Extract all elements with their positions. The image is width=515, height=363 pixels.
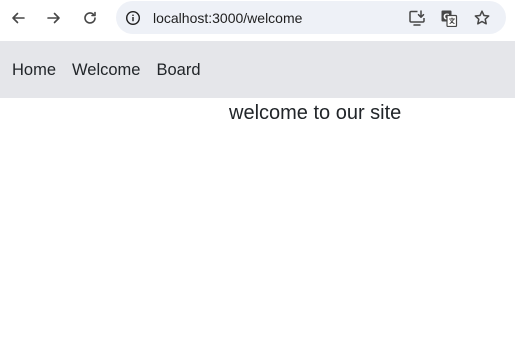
translate-icon: G bbox=[441, 10, 458, 27]
welcome-message: welcome to our site bbox=[229, 102, 402, 124]
info-icon bbox=[125, 10, 140, 25]
star-icon bbox=[474, 10, 490, 25]
arrow-right-icon bbox=[47, 12, 60, 24]
browser-toolbar: localhost:3000/welcome G bbox=[0, 0, 515, 36]
translate-button[interactable]: G bbox=[439, 8, 459, 28]
install-app-button[interactable] bbox=[407, 8, 427, 28]
nav-link-board[interactable]: Board bbox=[156, 60, 200, 80]
address-bar[interactable]: localhost:3000/welcome G bbox=[116, 1, 506, 34]
nav-link-welcome[interactable]: Welcome bbox=[72, 60, 140, 80]
nav-link-home[interactable]: Home bbox=[12, 60, 56, 80]
site-info-button[interactable] bbox=[124, 9, 141, 26]
url-text[interactable]: localhost:3000/welcome bbox=[153, 10, 302, 26]
install-app-icon bbox=[409, 10, 425, 26]
app-navbar: Home Welcome Board bbox=[0, 41, 515, 98]
arrow-left-icon bbox=[12, 12, 25, 24]
reload-button[interactable] bbox=[78, 6, 102, 30]
back-button[interactable] bbox=[6, 6, 30, 30]
forward-button[interactable] bbox=[42, 6, 66, 30]
bookmark-button[interactable] bbox=[472, 8, 492, 28]
reload-icon bbox=[84, 11, 96, 24]
